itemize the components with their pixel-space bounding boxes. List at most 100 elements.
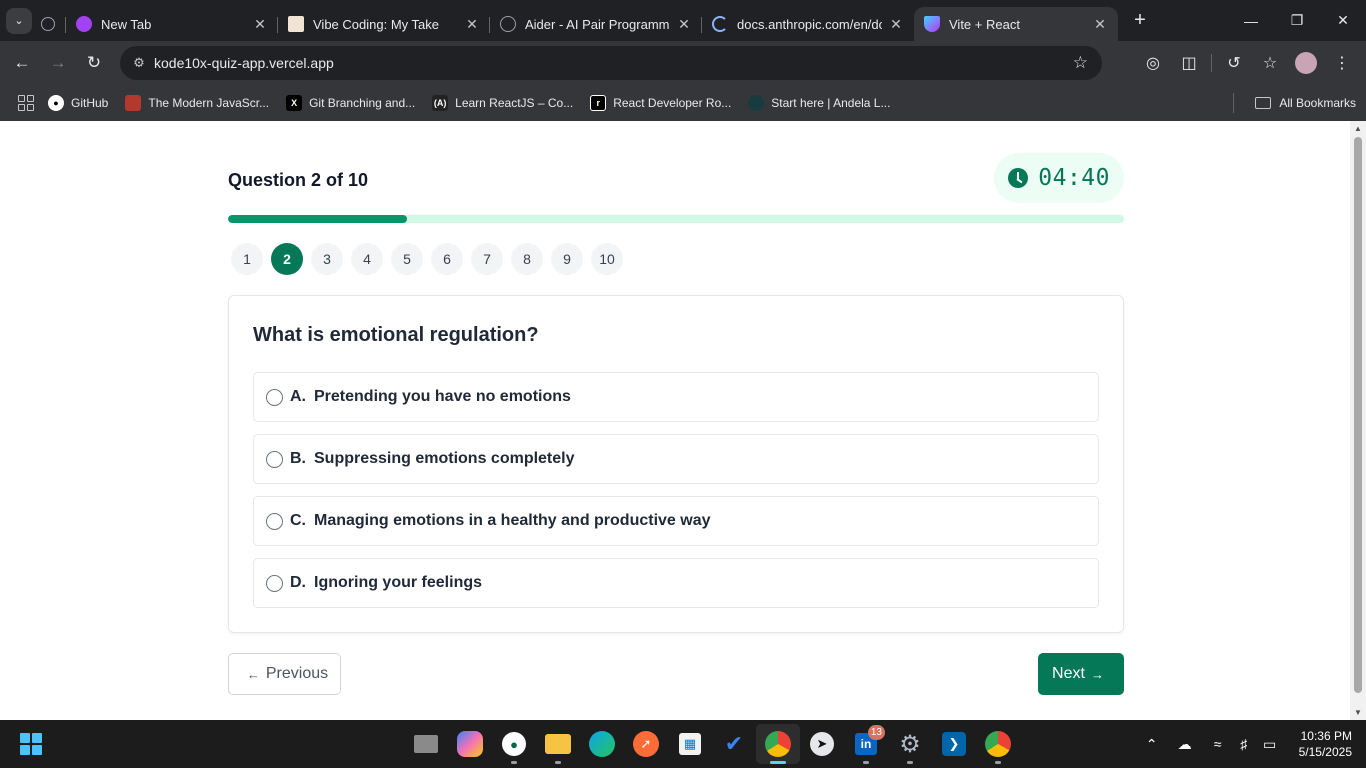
- history-icon[interactable]: ↺: [1216, 45, 1252, 81]
- question-nav-10[interactable]: 10: [591, 243, 623, 275]
- profile-avatar[interactable]: [1295, 52, 1317, 74]
- taskbar-chrome[interactable]: [756, 724, 800, 764]
- taskbar-mongodb[interactable]: ●: [492, 724, 536, 764]
- taskbar-todo[interactable]: ✔: [712, 724, 756, 764]
- battery-icon[interactable]: ▭: [1258, 736, 1282, 753]
- all-bookmarks-button[interactable]: All Bookmarks: [1255, 85, 1356, 121]
- taskbar-file-explorer[interactable]: [404, 724, 448, 764]
- arrow-right-icon: →: [1090, 666, 1104, 682]
- option-text: Pretending you have no emotions: [314, 388, 571, 405]
- question-nav-6[interactable]: 6: [431, 243, 463, 275]
- taskbar-edge[interactable]: [580, 724, 624, 764]
- question-nav-2[interactable]: 2: [271, 243, 303, 275]
- question-nav-1[interactable]: 1: [231, 243, 263, 275]
- restore-icon[interactable]: ❐: [1274, 0, 1320, 41]
- widgets-icon[interactable]: [20, 733, 42, 755]
- taskbar-chrome-profile[interactable]: [976, 724, 1020, 764]
- bookmark-star-icon[interactable]: ☆: [1073, 53, 1088, 73]
- system-tray: ⌃ ☁ ≈ ♯ ▭ 10:36 PM 5/15/2025: [1139, 720, 1366, 768]
- tab-anthropic-docs[interactable]: docs.anthropic.com/en/do ✕: [702, 7, 914, 41]
- previous-button[interactable]: ← Previous: [228, 653, 341, 695]
- option-b[interactable]: B. Suppressing emotions completely: [253, 434, 1099, 484]
- start-button[interactable]: [360, 724, 404, 764]
- tab-title: docs.anthropic.com/en/do: [737, 16, 882, 32]
- bookmark-git-branching[interactable]: X Git Branching and...: [286, 95, 415, 111]
- option-d[interactable]: D. Ignoring your feelings: [253, 558, 1099, 608]
- option-a[interactable]: A. Pretending you have no emotions: [253, 372, 1099, 422]
- close-tab-icon[interactable]: ✕: [1092, 16, 1108, 33]
- close-tab-icon[interactable]: ✕: [464, 16, 480, 33]
- bookmarks-panel-icon[interactable]: ☆: [1252, 45, 1288, 81]
- question-nav-9[interactable]: 9: [551, 243, 583, 275]
- option-text: Managing emotions in a healthy and produ…: [314, 512, 711, 529]
- reload-icon[interactable]: ↻: [76, 45, 112, 81]
- tab-globe[interactable]: [32, 7, 66, 41]
- taskbar-folder[interactable]: [536, 724, 580, 764]
- scroll-down-icon[interactable]: ▼: [1350, 708, 1366, 717]
- scroll-up-icon[interactable]: ▲: [1350, 124, 1366, 133]
- radio-button[interactable]: [266, 450, 283, 468]
- close-tab-icon[interactable]: ✕: [252, 16, 268, 33]
- menu-kebab-icon[interactable]: ⋮: [1324, 45, 1360, 81]
- tab-aider[interactable]: Aider - AI Pair Programmin ✕: [490, 7, 702, 41]
- tab-strip: ⌄ New Tab ✕ Vibe Coding: My Take ✕ Aider…: [0, 0, 1366, 41]
- back-icon[interactable]: ←: [4, 45, 40, 81]
- onedrive-icon[interactable]: ☁: [1173, 736, 1197, 753]
- taskbar-clock-display[interactable]: 10:36 PM 5/15/2025: [1299, 728, 1352, 760]
- site-info-icon[interactable]: ⚙: [124, 55, 154, 71]
- show-hidden-icons-icon[interactable]: ⌃: [1140, 736, 1164, 753]
- close-tab-icon[interactable]: ✕: [888, 16, 904, 33]
- tab-vite-react[interactable]: Vite + React ✕: [914, 7, 1118, 41]
- wifi-icon[interactable]: ≈: [1206, 736, 1230, 752]
- apps-grid-icon[interactable]: [18, 95, 34, 111]
- loading-icon: [712, 16, 728, 32]
- radio-button[interactable]: [266, 388, 283, 406]
- vscode-icon: ❯: [942, 732, 966, 756]
- question-nav-8[interactable]: 8: [511, 243, 543, 275]
- radio-button[interactable]: [266, 512, 283, 530]
- question-nav-4[interactable]: 4: [351, 243, 383, 275]
- close-window-icon[interactable]: ✕: [1320, 0, 1366, 41]
- extension-target-icon[interactable]: ◎: [1135, 45, 1171, 81]
- taskbar-linkedin[interactable]: in 13: [844, 724, 888, 764]
- tab-vibe-coding[interactable]: Vibe Coding: My Take ✕: [278, 7, 490, 41]
- bookmark-github[interactable]: ● GitHub: [48, 95, 108, 111]
- question-counter: Question 2 of 10: [228, 170, 369, 190]
- taskbar-settings[interactable]: ⚙: [888, 724, 932, 764]
- running-indicator: [511, 761, 517, 764]
- question-nav-3[interactable]: 3: [311, 243, 343, 275]
- bookmark-andela[interactable]: Start here | Andela L...: [748, 95, 890, 111]
- option-text: Suppressing emotions completely: [314, 450, 575, 467]
- bookmark-modern-javascript[interactable]: The Modern JavaScr...: [125, 95, 269, 111]
- address-bar[interactable]: ⚙ kode10x-quiz-app.vercel.app ☆: [120, 46, 1102, 80]
- tab-new-tab[interactable]: New Tab ✕: [66, 7, 278, 41]
- andela-icon: [748, 95, 765, 111]
- taskbar-copilot[interactable]: [448, 724, 492, 764]
- all-bookmarks-label: All Bookmarks: [1279, 96, 1356, 110]
- bookmark-react-roadmap[interactable]: r React Developer Ro...: [590, 95, 731, 111]
- taskbar-postman[interactable]: ➚: [624, 724, 668, 764]
- question-nav-5[interactable]: 5: [391, 243, 423, 275]
- new-tab-button[interactable]: +: [1126, 7, 1154, 35]
- volume-icon[interactable]: ♯: [1232, 736, 1256, 752]
- taskbar-store[interactable]: ▦: [668, 724, 712, 764]
- scrollbar-thumb[interactable]: [1354, 137, 1362, 693]
- extensions-icon[interactable]: ◫: [1171, 45, 1207, 81]
- taskbar-clock[interactable]: ➤: [800, 724, 844, 764]
- windows-start-icon: [371, 733, 393, 755]
- radio-button[interactable]: [266, 574, 283, 592]
- roadmap-icon: r: [590, 95, 607, 111]
- close-tab-icon[interactable]: ✕: [676, 16, 692, 33]
- option-letter: C.: [290, 512, 306, 529]
- tab-search-button[interactable]: ⌄: [6, 7, 32, 34]
- forward-icon[interactable]: →: [40, 45, 76, 81]
- minimize-icon[interactable]: —: [1228, 0, 1274, 41]
- question-nav-7[interactable]: 7: [471, 243, 503, 275]
- timer-value: 04:40: [1038, 165, 1110, 191]
- url-text[interactable]: kode10x-quiz-app.vercel.app: [154, 55, 334, 71]
- taskbar-vscode[interactable]: ❯: [932, 724, 976, 764]
- option-c[interactable]: C. Managing emotions in a healthy and pr…: [253, 496, 1099, 546]
- bookmark-learn-reactjs[interactable]: (A) Learn ReactJS – Co...: [432, 95, 573, 111]
- page-scrollbar[interactable]: ▲ ▼: [1350, 121, 1366, 720]
- next-button[interactable]: Next →: [1038, 653, 1124, 695]
